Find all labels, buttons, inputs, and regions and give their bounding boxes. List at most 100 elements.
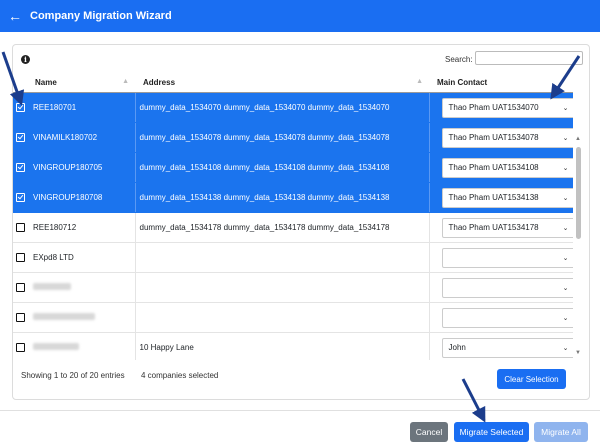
redacted-name xyxy=(33,343,79,350)
main-contact-select[interactable]: Thao Pham UAT1534078 ⌄ xyxy=(441,127,573,148)
row-checkbox-cell[interactable] xyxy=(13,272,27,303)
entries-info: Showing 1 to 20 of 20 entries xyxy=(21,371,125,380)
address-cell xyxy=(135,302,430,333)
company-name: VINGROUP180708 xyxy=(33,193,103,202)
chevron-down-icon: ⌄ xyxy=(562,314,569,322)
column-header-address[interactable]: Address ▲︎ xyxy=(135,72,429,93)
main-contact-select[interactable]: John ⌄ xyxy=(441,337,573,358)
search-label: Search: xyxy=(445,55,473,64)
main-contact-select[interactable]: ⌄ xyxy=(441,307,573,328)
scroll-down-icon[interactable]: ▼ xyxy=(575,350,581,356)
table-row[interactable]: REE180712 dummy_data_1534178 dummy_data_… xyxy=(13,212,573,243)
company-address: dummy_data_1534178 dummy_data_1534178 du… xyxy=(139,223,390,232)
cancel-button[interactable]: Cancel xyxy=(410,422,448,442)
contact-cell: Thao Pham UAT1534108 ⌄ xyxy=(429,152,573,183)
contact-cell: John ⌄ xyxy=(429,332,573,360)
row-checkbox-cell[interactable] xyxy=(13,152,27,183)
row-checkbox[interactable] xyxy=(15,283,25,293)
table-row[interactable]: 10 Happy Lane John ⌄ xyxy=(13,332,573,360)
company-address: dummy_data_1534078 dummy_data_1534078 du… xyxy=(139,133,390,142)
migrate-selected-button[interactable]: Migrate Selected xyxy=(454,422,529,442)
main-contact-select[interactable]: Thao Pham UAT1534138 ⌄ xyxy=(441,187,573,208)
row-checkbox-cell[interactable] xyxy=(13,182,27,213)
company-name: VINGROUP180705 xyxy=(33,163,103,172)
scroll-thumb[interactable] xyxy=(576,147,581,239)
table-row[interactable]: VINAMILK180702 dummy_data_1534078 dummy_… xyxy=(13,122,573,153)
company-name: EXpd8 LTD xyxy=(33,253,74,262)
table-row[interactable]: REE180701 dummy_data_1534070 dummy_data_… xyxy=(13,92,573,123)
arrow-left-icon[interactable]: ← xyxy=(8,9,30,23)
address-cell xyxy=(135,242,430,273)
main-contact-select[interactable]: Thao Pham UAT1534108 ⌄ xyxy=(441,157,573,178)
main-contact-value: Thao Pham UAT1534138 xyxy=(448,193,539,202)
info-icon[interactable]: i xyxy=(21,55,30,64)
main-contact-value: John xyxy=(448,343,466,352)
page-title: Company Migration Wizard xyxy=(30,10,172,22)
table-scrollbar[interactable]: ▲ ▼ xyxy=(574,72,583,362)
contact-cell: Thao Pham UAT1534070 ⌄ xyxy=(429,92,573,123)
wizard-header: ← Company Migration Wizard xyxy=(0,0,600,32)
row-checkbox[interactable] xyxy=(15,193,25,203)
company-address: dummy_data_1534108 dummy_data_1534108 du… xyxy=(139,163,390,172)
contact-cell: Thao Pham UAT1534138 ⌄ xyxy=(429,182,573,213)
company-name: REE180712 xyxy=(33,223,77,232)
search-input[interactable] xyxy=(475,51,583,65)
company-address: 10 Happy Lane xyxy=(139,343,194,352)
contact-cell: ⌄ xyxy=(429,302,573,333)
clear-selection-button[interactable]: Clear Selection xyxy=(497,369,566,389)
row-checkbox-cell[interactable] xyxy=(13,302,27,333)
company-name: REE180701 xyxy=(33,103,77,112)
row-checkbox-cell[interactable] xyxy=(13,122,27,153)
name-cell: VINGROUP180708 xyxy=(27,182,136,213)
chevron-down-icon: ⌄ xyxy=(562,224,569,232)
row-checkbox[interactable] xyxy=(15,133,25,143)
row-checkbox-cell[interactable] xyxy=(13,332,27,360)
name-cell: VINAMILK180702 xyxy=(27,122,136,153)
main-contact-select[interactable]: ⌄ xyxy=(441,277,573,298)
column-header-main-contact[interactable]: Main Contact xyxy=(429,72,573,93)
name-cell xyxy=(27,272,136,303)
address-cell: dummy_data_1534070 dummy_data_1534070 du… xyxy=(135,92,430,123)
row-checkbox[interactable] xyxy=(15,313,25,323)
table-row[interactable]: ⌄ xyxy=(13,272,573,303)
table-row[interactable]: ⌄ xyxy=(13,302,573,333)
row-checkbox-cell[interactable] xyxy=(13,242,27,273)
main-contact-value: Thao Pham UAT1534108 xyxy=(448,163,539,172)
redacted-name xyxy=(33,313,95,320)
name-cell: EXpd8 LTD xyxy=(27,242,136,273)
row-checkbox[interactable] xyxy=(15,223,25,233)
main-contact-select[interactable]: ⌄ xyxy=(441,247,573,268)
migrate-all-button[interactable]: Migrate All xyxy=(534,422,588,442)
table-row[interactable]: VINGROUP180708 dummy_data_1534138 dummy_… xyxy=(13,182,573,213)
name-cell: VINGROUP180705 xyxy=(27,152,136,183)
chevron-down-icon: ⌄ xyxy=(562,194,569,202)
table-row[interactable]: VINGROUP180705 dummy_data_1534108 dummy_… xyxy=(13,152,573,183)
address-cell: dummy_data_1534108 dummy_data_1534108 du… xyxy=(135,152,430,183)
chevron-down-icon: ⌄ xyxy=(562,254,569,262)
row-checkbox-cell[interactable] xyxy=(13,92,27,123)
row-checkbox[interactable] xyxy=(15,343,25,353)
row-checkbox[interactable] xyxy=(15,103,25,113)
address-cell: dummy_data_1534138 dummy_data_1534138 du… xyxy=(135,182,430,213)
sort-icon[interactable]: ▲︎ xyxy=(416,78,423,85)
row-checkbox-cell[interactable] xyxy=(13,212,27,243)
contact-cell: ⌄ xyxy=(429,272,573,303)
companies-table: Name ▲︎ Address ▲︎ Main Contact REE18070… xyxy=(13,72,573,360)
sort-icon[interactable]: ▲︎ xyxy=(122,78,129,85)
main-contact-select[interactable]: Thao Pham UAT1534070 ⌄ xyxy=(441,97,573,118)
chevron-down-icon: ⌄ xyxy=(562,344,569,352)
address-cell xyxy=(135,272,430,303)
table-row[interactable]: EXpd8 LTD ⌄ xyxy=(13,242,573,273)
scroll-up-icon[interactable]: ▲ xyxy=(575,136,581,142)
row-checkbox[interactable] xyxy=(15,163,25,173)
row-checkbox[interactable] xyxy=(15,253,25,263)
main-contact-select[interactable]: Thao Pham UAT1534178 ⌄ xyxy=(441,217,573,238)
table-header-row: Name ▲︎ Address ▲︎ Main Contact xyxy=(13,72,573,93)
companies-panel: i Search: Name ▲︎ Address ▲︎ Main Contac… xyxy=(12,44,590,400)
address-cell: dummy_data_1534078 dummy_data_1534078 du… xyxy=(135,122,430,153)
chevron-down-icon: ⌄ xyxy=(562,134,569,142)
contact-cell: ⌄ xyxy=(429,242,573,273)
column-header-name[interactable]: Name ▲︎ xyxy=(27,72,135,93)
name-cell: REE180712 xyxy=(27,212,136,243)
main-contact-value: Thao Pham UAT1534178 xyxy=(448,223,539,232)
